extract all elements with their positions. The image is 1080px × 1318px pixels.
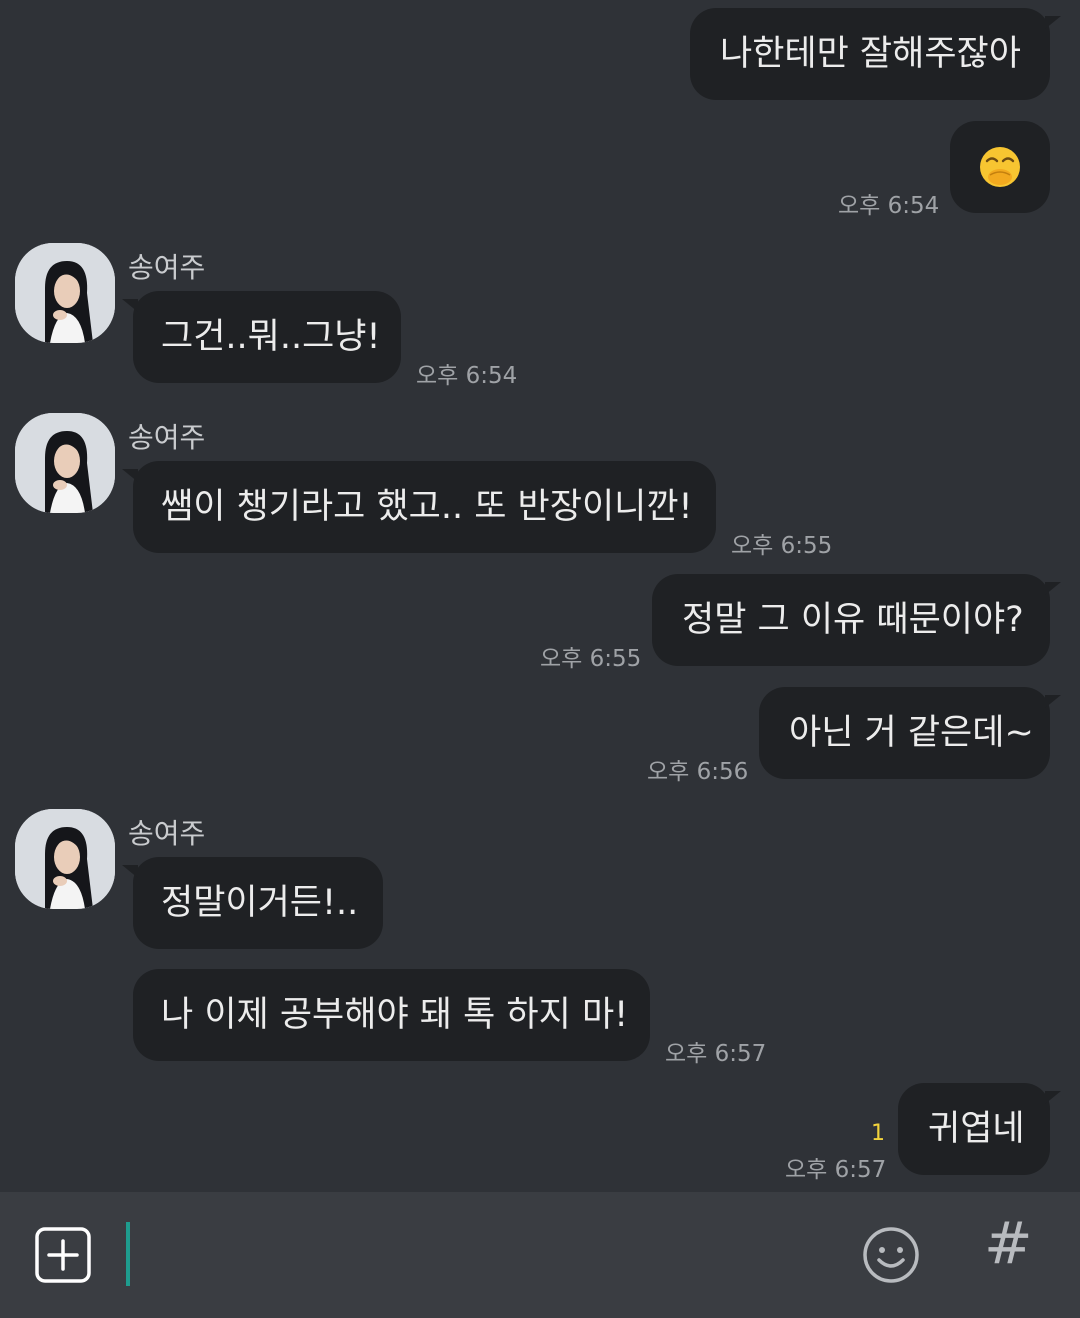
message-bubble-sent-emoji[interactable] <box>950 121 1050 213</box>
message-bubble-sent[interactable]: 정말 그 이유 때문이야? <box>652 574 1061 666</box>
message-time: 오후 6:55 <box>731 533 833 559</box>
message-text: 아닌 거 같은데~ <box>789 712 1034 753</box>
message-bubble-received[interactable]: 정말이거든!.. <box>122 857 383 949</box>
message-input-bar: # <box>0 1192 1080 1318</box>
contact-avatar[interactable] <box>15 809 115 909</box>
message-bubble-received[interactable]: 그건..뭐..그냥! <box>122 291 401 383</box>
contact-name: 송여주 <box>128 251 206 284</box>
profile-photo <box>15 809 115 909</box>
face-with-hand-over-mouth-icon <box>980 147 1020 187</box>
hash-button[interactable]: # <box>984 1214 1033 1272</box>
message-bubble-received[interactable]: 나 이제 공부해야 돼 톡 하지 마! <box>133 969 650 1061</box>
message-text: 나 이제 공부해야 돼 톡 하지 마! <box>161 994 629 1035</box>
contact-name: 송여주 <box>128 817 206 850</box>
smiley-icon[interactable] <box>862 1226 920 1284</box>
message-time: 오후 6:57 <box>665 1041 767 1067</box>
message-time: 오후 6:57 <box>785 1157 887 1183</box>
message-text: 나한테만 잘해주잖아 <box>720 33 1021 74</box>
contact-name: 송여주 <box>128 421 206 454</box>
message-text: 쌤이 챙기라고 했고.. 또 반장이니깐! <box>161 486 693 527</box>
contact-avatar[interactable] <box>15 243 115 343</box>
message-time: 오후 6:55 <box>540 646 642 672</box>
text-input-caret[interactable] <box>126 1222 130 1286</box>
message-time: 오후 6:54 <box>416 363 518 389</box>
contact-avatar[interactable] <box>15 413 115 513</box>
unread-count: 1 <box>871 1121 885 1146</box>
message-bubble-received[interactable]: 쌤이 챙기라고 했고.. 또 반장이니깐! <box>122 461 716 553</box>
profile-photo <box>15 413 115 513</box>
profile-photo <box>15 243 115 343</box>
plus-square-icon[interactable] <box>35 1227 91 1283</box>
chat-area[interactable]: 나한테만 잘해주잖아 오후 6:54 송여주 그건..뭐..그냥! 오후 6:5… <box>0 0 1080 1192</box>
message-text: 귀엽네 <box>928 1108 1025 1149</box>
message-bubble-sent[interactable]: 귀엽네 <box>898 1083 1061 1175</box>
message-text: 정말이거든!.. <box>161 882 359 923</box>
message-bubble-sent[interactable]: 나한테만 잘해주잖아 <box>690 8 1061 100</box>
message-text: 정말 그 이유 때문이야? <box>682 599 1024 640</box>
message-text: 그건..뭐..그냥! <box>161 316 381 357</box>
message-time: 오후 6:56 <box>647 759 749 785</box>
message-bubble-sent[interactable]: 아닌 거 같은데~ <box>759 687 1061 779</box>
message-time: 오후 6:54 <box>838 193 940 219</box>
